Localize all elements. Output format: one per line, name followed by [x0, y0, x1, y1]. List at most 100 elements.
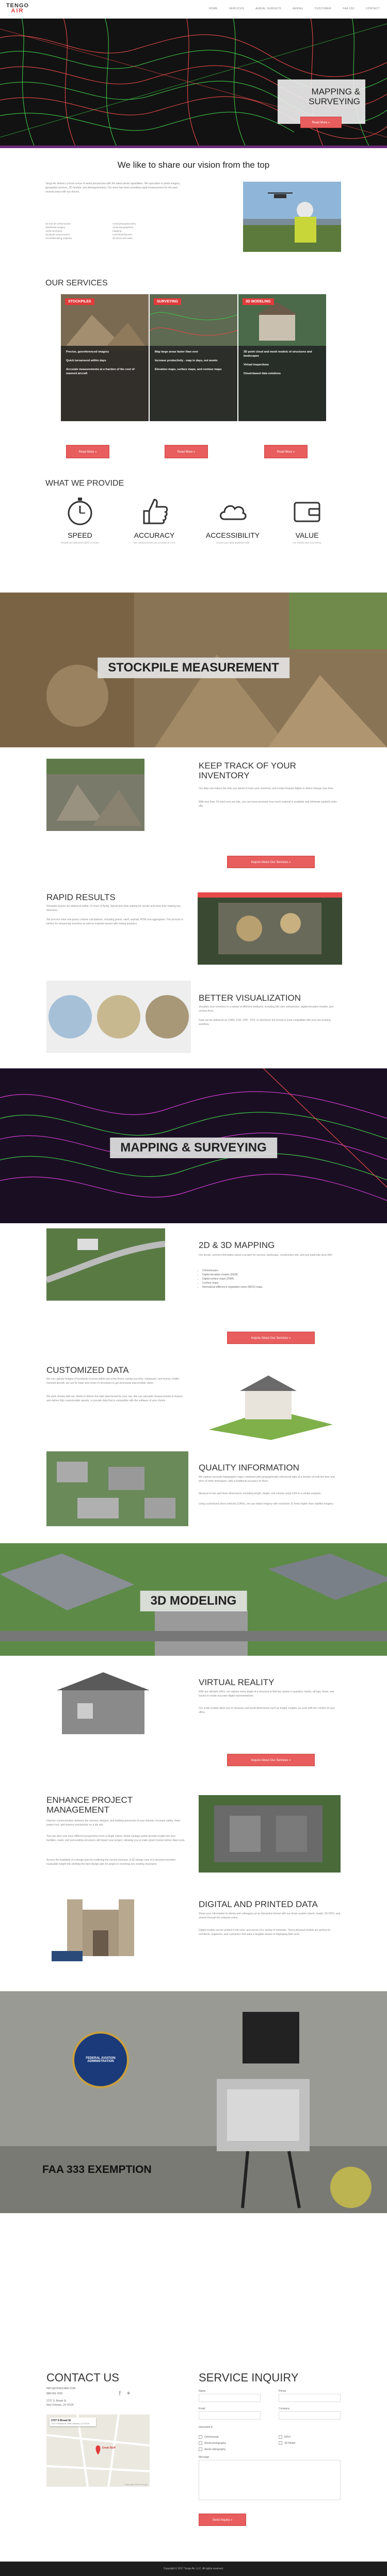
list-item: Accurate measurements at a fraction of t… [66, 368, 135, 375]
service-card-stockpiles[interactable]: STOCKPILES Precise, georeferenced imager… [61, 294, 149, 421]
surveying-read-more-button[interactable]: Read More » [165, 445, 208, 458]
modeling-banner: 3D MODELING [0, 1543, 387, 1656]
rapid-results-title: RAPID RESULTS [46, 892, 116, 902]
enhance-text-1: Improve communication between the survey… [46, 1819, 181, 1827]
map-info-address: 2727 S Broad St, New Orleans, LA 70125 [51, 2422, 89, 2425]
quality-text-2: Measure to two and three dimensions, inc… [199, 1492, 321, 1495]
feature-sub: Results are delivered within 72 hours [61, 541, 99, 544]
nav-customer[interactable]: CUSTOMER [315, 7, 332, 10]
list-item: Digital elevation models (DEM) [202, 1273, 336, 1277]
feature-sub: Our results save you money [292, 541, 322, 544]
rapid-results-text-1: Stockpile reports are delivered within 7… [46, 905, 181, 912]
list-item: Digital surface maps (DSM) [202, 1277, 336, 1281]
checkbox-orthomosaic[interactable]: Orthomosaic [199, 2435, 219, 2439]
printed-castle-model-image [46, 1889, 165, 1966]
checkbox-aerial-photography[interactable]: Aerial photography [199, 2441, 226, 2445]
main-nav: HOME SERVICES AERIAL SURVEYS AERIAL CUST… [209, 7, 380, 10]
rooftop-aerial-image [199, 1795, 341, 1873]
google-map[interactable]: 2727 S Broad St 2727 S Broad St, New Orl… [46, 2414, 150, 2487]
faa-seal-text: FEDERAL AVIATION ADMINISTRATION [86, 2057, 116, 2063]
list-item: Quick turnaround within days [66, 359, 106, 362]
list-item: mapping [112, 230, 122, 232]
customized-data-text-1: We can capture images of hundreds of acr… [46, 1378, 180, 1385]
contact-phone[interactable]: 888-555-7920 [46, 2392, 62, 2396]
list-item: DEM/DSM imagery [45, 226, 66, 229]
nav-contact[interactable]: CONTACT [366, 7, 380, 10]
map-pin-label: Great Stuff [102, 2446, 116, 2450]
print-text-1: Share your information to clients and co… [199, 1912, 341, 1919]
logo-bottom: AIR [11, 8, 24, 14]
mapping-banner: MAPPING & SURVEYING [0, 1068, 387, 1223]
quality-information-title: QUALITY INFORMATION [199, 1463, 299, 1473]
list-item: Virtual inspections [244, 363, 269, 366]
feature-label: VALUE [295, 531, 319, 539]
message-textarea[interactable] [199, 2460, 341, 2500]
drone-operator-image [243, 182, 341, 252]
logo[interactable]: TENGO AIR [4, 3, 31, 14]
nav-home[interactable]: HOME [209, 7, 218, 10]
list-item: Aerial surveying [45, 230, 62, 232]
send-inquiry-button[interactable]: Send Inquiry » [199, 2514, 246, 2526]
enhance-text-3: Access the feasibility of a design plan … [46, 1859, 176, 1866]
house-model-image [199, 1363, 341, 1440]
interest-label: Interested in [199, 2426, 213, 2429]
map-info-card: 2727 S Broad St 2727 S Broad St, New Orl… [50, 2418, 96, 2426]
facebook-icon[interactable]: f [119, 2390, 121, 2397]
house-3d-model-image [46, 1667, 165, 1743]
nav-faa333[interactable]: FAA 333 [343, 7, 354, 10]
keep-track-text-1: Our data can reduce the time you spend t… [199, 787, 334, 790]
list-item: Elevation maps, surface maps, and contou… [155, 368, 222, 371]
contact-address-1: 2727 S. Broad St [46, 2399, 67, 2403]
list-item: Map large areas faster than ever [155, 350, 199, 354]
enhance-project-title: ENHANCE PROJECT MANAGEMENT [46, 1795, 133, 1815]
nav-aerial[interactable]: AERIAL [293, 7, 303, 10]
list-item: Precise, georeferenced imagery [66, 350, 109, 354]
name-input[interactable] [199, 2394, 261, 2402]
list-item: 2D and 3D orthomosaics [45, 222, 71, 225]
vr-inquire-button[interactable]: Inquire About Our Services » [227, 1754, 315, 1766]
checkbox-ndvi[interactable]: NDVI [279, 2435, 291, 2439]
mapping-inquire-button[interactable]: Inquire About Our Services » [227, 1332, 315, 1344]
nav-aerial-surveys[interactable]: AERIAL SURVEYS [255, 7, 281, 10]
2d-3d-mapping-title: 2D & 3D MAPPING [199, 1240, 275, 1250]
nav-services[interactable]: SERVICES [229, 7, 244, 10]
feature-accuracy: ACCURACY Our measurements are accurate t… [126, 495, 183, 544]
map-footer: Map data ©2018 Google [125, 2483, 148, 2486]
mapping-banner-title: MAPPING & SURVEYING [110, 1138, 277, 1158]
rapid-results-text-2: We process mine and quarry volume calcul… [46, 918, 184, 925]
divider-bar [0, 146, 387, 148]
keep-track-text-2: With less than 1% total error per pile, … [199, 801, 338, 808]
faa-banner: FEDERAL AVIATION ADMINISTRATION FAA 333 … [0, 1991, 387, 2213]
stockpile-ortho-image [198, 892, 342, 965]
list-item: Orthomosaics [202, 1269, 336, 1273]
twitter-icon[interactable]: ✦ [126, 2390, 131, 2397]
list-item: Aerial photogrammetry [112, 222, 136, 225]
modeling-read-more-button[interactable]: Read More » [264, 445, 308, 458]
service-card-title: STOCKPILES [65, 298, 94, 305]
stockpiles-read-more-button[interactable]: Read More » [66, 445, 109, 458]
feature-label: ACCURACY [134, 531, 175, 539]
mapping-text: Our terrain, precise information about a… [199, 1254, 333, 1257]
visualization-title: BETTER VISUALIZATION [199, 993, 301, 1003]
drone-controller-image [0, 1991, 387, 2213]
hero-read-more-button[interactable]: Read More » [300, 117, 342, 128]
checkbox-3d-model[interactable]: 3D Model [279, 2441, 295, 2445]
company-input[interactable] [279, 2411, 341, 2420]
customized-data-text-2: We work closely with our clients to deli… [46, 1395, 183, 1402]
email-input[interactable] [199, 2411, 261, 2420]
keep-track-inquire-button[interactable]: Inquire About Our Services » [227, 856, 315, 868]
digital-printed-title: DIGITAL AND PRINTED DATA [199, 1899, 318, 1909]
list-item: Increase productivity - map in days, not… [155, 359, 218, 362]
checkbox-aerial-videography[interactable]: Aerial videography [199, 2447, 225, 2451]
contact-email[interactable]: INFO@TENGOAIR.COM [46, 2387, 75, 2391]
phone-input[interactable] [279, 2394, 341, 2402]
service-card-surveying[interactable]: SURVEYING Map large areas faster than ev… [150, 294, 237, 421]
provide-title: WHAT WE PROVIDE [45, 479, 124, 488]
list-item: Cloud-based data solutions [244, 372, 281, 375]
service-card-3d-modeling[interactable]: 3D MODELING 3D point cloud and mesh mode… [238, 294, 326, 421]
print-text-2: Digital models can be printed in full co… [199, 1929, 331, 1936]
quality-text-1: We capture accurate topographic maps com… [199, 1476, 335, 1483]
list-item: Aerial topographical [112, 226, 133, 229]
company-label: Company [279, 2407, 290, 2410]
wallet-icon [294, 502, 320, 522]
